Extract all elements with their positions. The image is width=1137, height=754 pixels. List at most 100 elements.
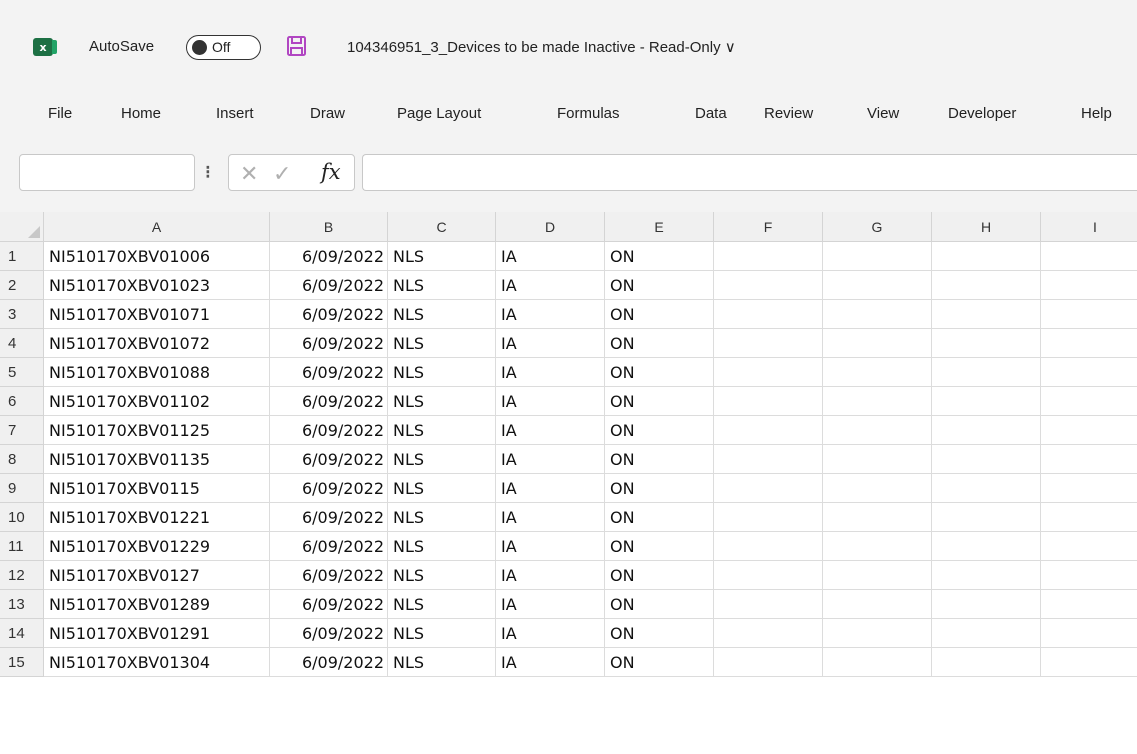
cell-e5[interactable]: ON (605, 358, 714, 387)
cell-f3[interactable] (714, 300, 823, 329)
cell-i6[interactable] (1041, 387, 1137, 416)
cell-c6[interactable]: NLS (388, 387, 496, 416)
cell-d9[interactable]: IA (496, 474, 605, 503)
row-header[interactable]: 10 (0, 503, 44, 532)
cell-c7[interactable]: NLS (388, 416, 496, 445)
cell-e13[interactable]: ON (605, 590, 714, 619)
cell-e8[interactable]: ON (605, 445, 714, 474)
cell-d1[interactable]: IA (496, 242, 605, 271)
cell-c14[interactable]: NLS (388, 619, 496, 648)
cancel-icon[interactable]: ✕ (240, 161, 258, 187)
cell-g5[interactable] (823, 358, 932, 387)
cell-c3[interactable]: NLS (388, 300, 496, 329)
cell-a15[interactable]: NI510170XBV01304 (44, 648, 270, 677)
cell-a12[interactable]: NI510170XBV0127 (44, 561, 270, 590)
cell-f1[interactable] (714, 242, 823, 271)
cell-a14[interactable]: NI510170XBV01291 (44, 619, 270, 648)
cell-i10[interactable] (1041, 503, 1137, 532)
cell-f5[interactable] (714, 358, 823, 387)
cell-e9[interactable]: ON (605, 474, 714, 503)
column-header-b[interactable]: B (270, 212, 388, 242)
cell-h7[interactable] (932, 416, 1041, 445)
cell-f7[interactable] (714, 416, 823, 445)
column-header-i[interactable]: I (1041, 212, 1137, 242)
cell-c5[interactable]: NLS (388, 358, 496, 387)
cell-g6[interactable] (823, 387, 932, 416)
row-header[interactable]: 15 (0, 648, 44, 677)
cell-b4[interactable]: 6/09/2022 (270, 329, 388, 358)
cell-h12[interactable] (932, 561, 1041, 590)
cell-c8[interactable]: NLS (388, 445, 496, 474)
cell-h4[interactable] (932, 329, 1041, 358)
cell-b7[interactable]: 6/09/2022 (270, 416, 388, 445)
cell-h14[interactable] (932, 619, 1041, 648)
row-header[interactable]: 8 (0, 445, 44, 474)
cell-a8[interactable]: NI510170XBV01135 (44, 445, 270, 474)
column-header-f[interactable]: F (714, 212, 823, 242)
cell-g2[interactable] (823, 271, 932, 300)
enter-icon[interactable]: ✓ (273, 161, 291, 187)
cell-g11[interactable] (823, 532, 932, 561)
cell-c10[interactable]: NLS (388, 503, 496, 532)
row-header[interactable]: 1 (0, 242, 44, 271)
cell-b9[interactable]: 6/09/2022 (270, 474, 388, 503)
cell-a1[interactable]: NI510170XBV01006 (44, 242, 270, 271)
column-header-g[interactable]: G (823, 212, 932, 242)
cell-b11[interactable]: 6/09/2022 (270, 532, 388, 561)
tab-help[interactable]: Help (1081, 105, 1112, 122)
cell-d11[interactable]: IA (496, 532, 605, 561)
cell-b1[interactable]: 6/09/2022 (270, 242, 388, 271)
cell-g13[interactable] (823, 590, 932, 619)
cell-a7[interactable]: NI510170XBV01125 (44, 416, 270, 445)
cell-h5[interactable] (932, 358, 1041, 387)
tab-formulas[interactable]: Formulas (557, 105, 620, 122)
cell-f15[interactable] (714, 648, 823, 677)
cell-b13[interactable]: 6/09/2022 (270, 590, 388, 619)
row-header[interactable]: 2 (0, 271, 44, 300)
cell-e1[interactable]: ON (605, 242, 714, 271)
cell-i11[interactable] (1041, 532, 1137, 561)
cell-h1[interactable] (932, 242, 1041, 271)
row-header[interactable]: 6 (0, 387, 44, 416)
tab-draw[interactable]: Draw (310, 105, 345, 122)
cell-a10[interactable]: NI510170XBV01221 (44, 503, 270, 532)
cell-g7[interactable] (823, 416, 932, 445)
cell-f13[interactable] (714, 590, 823, 619)
cell-g14[interactable] (823, 619, 932, 648)
cell-d3[interactable]: IA (496, 300, 605, 329)
cell-d12[interactable]: IA (496, 561, 605, 590)
cell-f9[interactable] (714, 474, 823, 503)
cell-f14[interactable] (714, 619, 823, 648)
tab-file[interactable]: File (48, 105, 72, 122)
cell-f12[interactable] (714, 561, 823, 590)
cell-h15[interactable] (932, 648, 1041, 677)
cell-a5[interactable]: NI510170XBV01088 (44, 358, 270, 387)
cell-i1[interactable] (1041, 242, 1137, 271)
cell-a2[interactable]: NI510170XBV01023 (44, 271, 270, 300)
cell-c11[interactable]: NLS (388, 532, 496, 561)
cell-d8[interactable]: IA (496, 445, 605, 474)
cell-h13[interactable] (932, 590, 1041, 619)
column-header-d[interactable]: D (496, 212, 605, 242)
cell-d15[interactable]: IA (496, 648, 605, 677)
cell-a4[interactable]: NI510170XBV01072 (44, 329, 270, 358)
cell-b12[interactable]: 6/09/2022 (270, 561, 388, 590)
cell-b6[interactable]: 6/09/2022 (270, 387, 388, 416)
cell-h3[interactable] (932, 300, 1041, 329)
cell-g3[interactable] (823, 300, 932, 329)
cell-c4[interactable]: NLS (388, 329, 496, 358)
cell-a11[interactable]: NI510170XBV01229 (44, 532, 270, 561)
cell-a13[interactable]: NI510170XBV01289 (44, 590, 270, 619)
cell-d10[interactable]: IA (496, 503, 605, 532)
cell-h10[interactable] (932, 503, 1041, 532)
cell-f4[interactable] (714, 329, 823, 358)
tab-insert[interactable]: Insert (216, 105, 254, 122)
tab-home[interactable]: Home (121, 105, 161, 122)
row-header[interactable]: 9 (0, 474, 44, 503)
cell-e11[interactable]: ON (605, 532, 714, 561)
cell-a9[interactable]: NI510170XBV0115 (44, 474, 270, 503)
cell-b15[interactable]: 6/09/2022 (270, 648, 388, 677)
tab-developer[interactable]: Developer (948, 105, 1016, 122)
row-header[interactable]: 14 (0, 619, 44, 648)
cell-f6[interactable] (714, 387, 823, 416)
